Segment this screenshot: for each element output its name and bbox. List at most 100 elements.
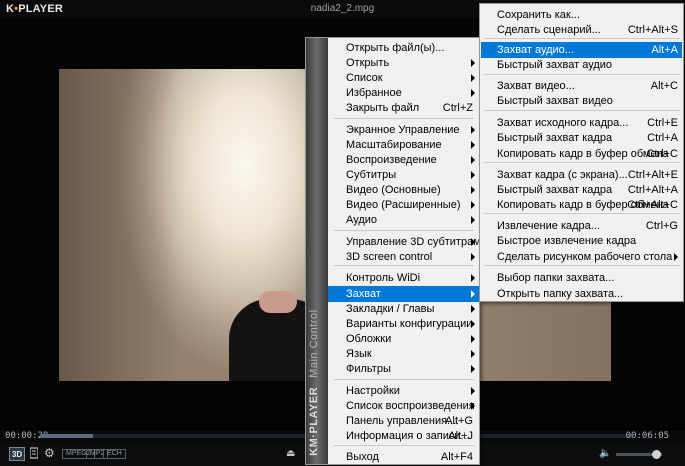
menu-item-label: Экранное Управление [346,124,460,136]
submenu-arrow-icon [471,274,475,282]
submenu-arrow-icon [471,59,475,67]
menu-item-label: Список воспроизведения [346,400,475,412]
menu-item[interactable]: Экранное Управление [328,122,479,138]
menu-item-shortcut: Ctrl+C [646,148,678,160]
menu-separator [484,38,680,39]
submenu-arrow-icon [471,253,475,261]
submenu-arrow-icon [471,290,475,298]
menu-item[interactable]: Выход Alt+F4 [328,449,479,465]
menu-item[interactable]: Видео (Основные) [328,182,479,198]
menu-item-shortcut: Ctrl+A [647,132,678,144]
submenu-arrow-icon [471,305,475,313]
menu-separator [334,230,474,231]
menu-item[interactable]: Сохранить как... [481,7,682,23]
menu-separator [484,213,680,214]
list-icon[interactable] [29,447,39,464]
menu-separator [334,379,474,380]
menu-item[interactable]: Захват аудио... Alt+A [481,42,682,58]
menu-item[interactable]: Захват кадра (с экрана)... Ctrl+Alt+E [481,167,682,183]
menu-separator [334,118,474,119]
menu-item[interactable]: Копировать кадр в буфер обмена Ctrl+C [481,146,682,162]
menu-item-label: Список [346,72,383,84]
menu-item[interactable]: Фильтры [328,361,479,377]
submenu-arrow-icon [471,89,475,97]
menu-item-shortcut: Ctrl+E [647,117,678,129]
menu-item-shortcut: Alt+C [650,80,678,92]
menu-item-label: Видео (Расширенные) [346,199,461,211]
submenu-arrow-icon [471,186,475,194]
menu-separator [334,265,474,266]
menu-item[interactable]: Аудио [328,212,479,228]
menu-item-shortcut: Alt+J [448,430,473,442]
menu-item[interactable]: Открыть файл(ы)... [328,40,479,56]
submenu-arrow-icon [674,253,678,261]
menu-item[interactable]: Извлечение кадра... Ctrl+G [481,218,682,234]
main-context-menu: KM·PLAYER Main Control Открыть файл(ы)..… [305,37,487,465]
menu-item-label: Быстрый захват кадра [497,184,613,196]
gear-icon[interactable]: ⚙ [44,446,55,460]
menu-item[interactable]: Список [328,70,479,86]
menu-item[interactable]: Воспроизведение [328,152,479,168]
submenu-arrow-icon [471,141,475,149]
menu-item[interactable]: Открыть [328,55,479,71]
menu-item[interactable]: 3D screen control [328,249,479,265]
menu-item[interactable]: Субтитры [328,167,479,183]
menu-item[interactable]: Копировать кадр в буфер обмена Ctrl+Alt+C [481,197,682,213]
menu-item[interactable]: Быстрый захват аудио [481,57,682,73]
menu-item-label: Избранное [346,87,402,99]
menu-separator [484,74,680,75]
menu-separator [484,265,680,266]
menu-item[interactable]: Захват видео... Alt+C [481,78,682,94]
capture-submenu: Сохранить как... Сделать сценарий... Ctrl+… [479,3,684,302]
menu-item-label: Захват аудио... [497,44,574,56]
menu-item-label: Панель управления... [346,415,457,427]
menu-item[interactable]: Быстрое извлечение кадра [481,233,682,249]
menu-item[interactable]: Контроль WiDi [328,270,479,286]
volume-slider-knob[interactable] [652,450,662,459]
menu-item[interactable]: Захват [328,286,479,302]
menu-item[interactable]: Список воспроизведения [328,398,479,414]
menu-item[interactable]: Открыть папку захвата... [481,286,682,302]
menu-item-label: Копировать кадр в буфер обмена [497,148,669,160]
menu-item[interactable]: Масштабирование [328,137,479,153]
menu-item-label: Выход [346,451,379,463]
menu-item-label: Закладки / Главы [346,303,435,315]
menu-item-label: 3D screen control [346,251,433,263]
video-subject-hand [259,291,297,313]
submenu-arrow-icon [471,387,475,395]
eject-icon[interactable]: ⏏ [286,447,295,461]
menu-item-label: Открыть [346,57,390,69]
menu-item[interactable]: Избранное [328,85,479,101]
menu-item[interactable]: Язык [328,346,479,362]
menu-item[interactable]: Закладки / Главы [328,301,479,317]
submenu-arrow-icon [471,126,475,134]
menu-item[interactable]: Видео (Расширенные) [328,197,479,213]
menu-item[interactable]: Сделать сценарий... Ctrl+Alt+S [481,22,682,38]
menu-item[interactable]: Настройки [328,383,479,399]
menu-item[interactable]: Сделать рисунком рабочего стола [481,249,682,265]
3d-button[interactable]: 3D [9,447,25,461]
menu-item-shortcut: Ctrl+Alt+A [627,184,678,196]
menu-item[interactable]: Обложки [328,331,479,347]
menu-item[interactable]: Выбор папки захвата... [481,270,682,286]
menu-item-shortcut: Ctrl+Alt+S [627,24,678,36]
menu-item[interactable]: Захват исходного кадра... Ctrl+E [481,115,682,131]
menu-item[interactable]: Закрыть файл Ctrl+Z [328,100,479,116]
menu-item-shortcut: Ctrl+Z [442,102,473,114]
menu-item[interactable]: Быстрый захват кадра Ctrl+A [481,130,682,146]
menu-item[interactable]: Быстрый захват кадра Ctrl+Alt+A [481,182,682,198]
menu-item[interactable]: Быстрый захват видео [481,93,682,109]
menu-item-label: Фильтры [346,363,391,375]
menu-item[interactable]: Панель управления... Alt+G [328,413,479,429]
menu-item-label: Масштабирование [346,139,442,151]
submenu-arrow-icon [471,238,475,246]
menu-item-label: Быстрое извлечение кадра [497,235,637,247]
speaker-icon[interactable]: 🔈 [599,447,611,461]
menu-item[interactable]: Информация о записи... Alt+J [328,428,479,444]
menu-item[interactable]: Варианты конфигурации [328,316,479,332]
menu-sidebar-subtitle: Main Control [308,309,320,378]
menu-item[interactable]: Управление 3D субтитрами [328,234,487,250]
menu-item-label: Контроль WiDi [346,272,421,284]
submenu-arrow-icon [471,201,475,209]
menu-separator [484,110,680,111]
